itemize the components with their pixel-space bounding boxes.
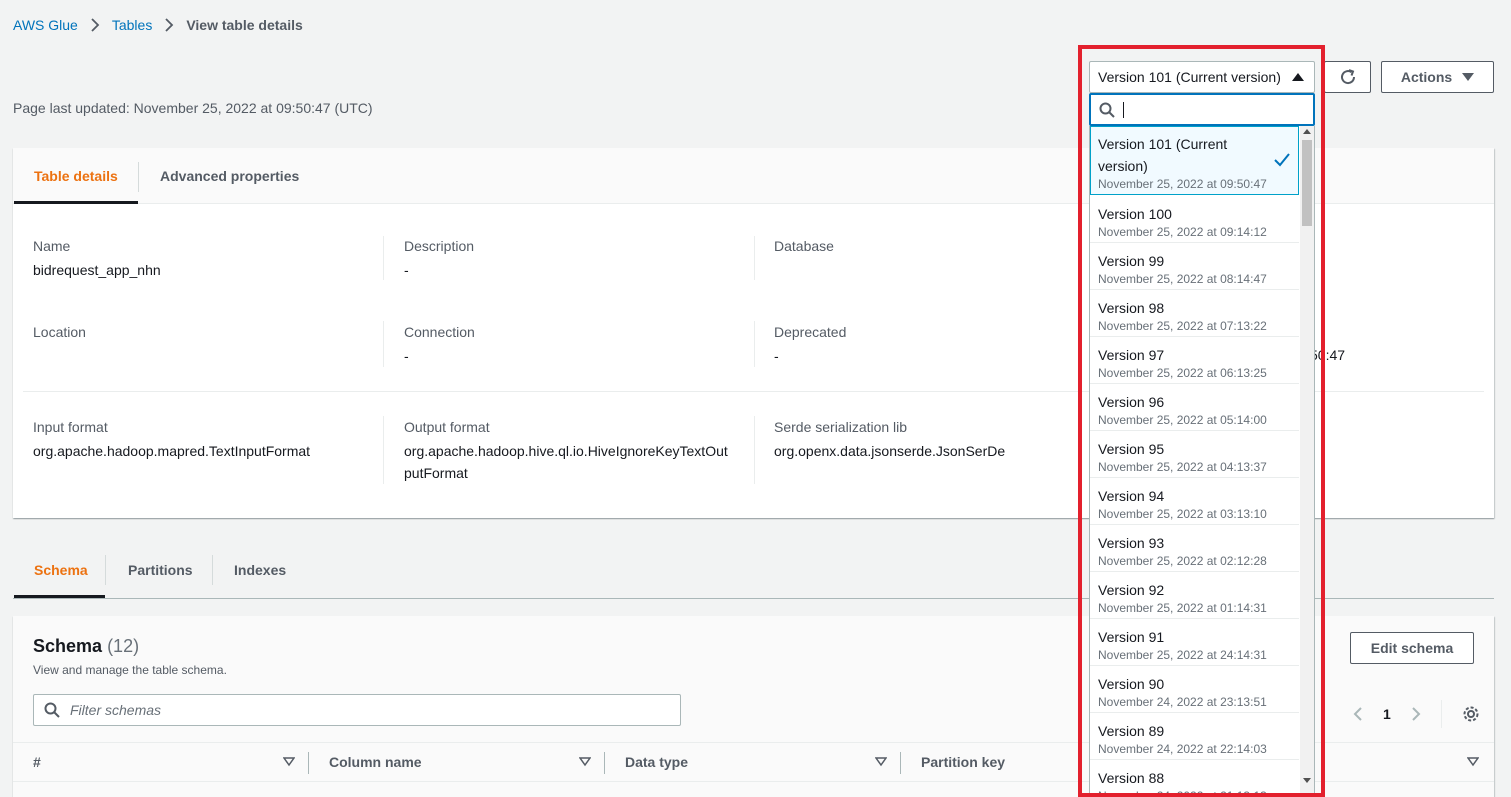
refresh-icon [1340, 69, 1355, 85]
connection-value: - [404, 348, 409, 364]
column-header-partition-key[interactable]: Partition key [921, 754, 1005, 770]
breadcrumb-current: View table details [186, 17, 303, 33]
tab-divider [138, 162, 139, 192]
filter-schemas-field[interactable] [33, 694, 681, 726]
active-tab-indicator [14, 201, 138, 204]
input-format-value: org.apache.hadoop.mapred.TextInputFormat [33, 443, 311, 459]
description-label: Description [404, 238, 475, 254]
deprecated-value: - [774, 348, 779, 364]
breadcrumb-aws-glue[interactable]: AWS Glue [13, 17, 78, 33]
column-divider [383, 416, 384, 484]
filter-schemas-input[interactable] [70, 702, 650, 718]
sort-down-icon[interactable] [875, 757, 887, 767]
name-label: Name [33, 238, 71, 254]
tab-table-details[interactable]: Table details [34, 168, 118, 184]
search-icon [44, 702, 60, 718]
column-divider [308, 752, 309, 774]
tab-divider [212, 555, 213, 585]
schema-count: (12) [107, 636, 140, 656]
breadcrumb-tables[interactable]: Tables [112, 17, 152, 33]
refresh-button[interactable] [1324, 61, 1371, 93]
name-value: bidrequest_app_nhn [33, 262, 161, 278]
description-value: - [404, 262, 409, 278]
column-divider [754, 416, 755, 484]
edit-schema-button[interactable]: Edit schema [1350, 632, 1474, 664]
tab-divider [105, 555, 106, 585]
sort-down-icon[interactable] [1467, 757, 1479, 767]
gear-icon[interactable] [1462, 705, 1480, 723]
column-header-index[interactable]: # [33, 754, 41, 770]
input-format-label: Input format [33, 419, 108, 435]
chevron-left-icon[interactable] [1353, 706, 1363, 722]
column-header-column-name[interactable]: Column name [329, 754, 422, 770]
connection-label: Connection [404, 324, 475, 340]
actions-label: Actions [1400, 69, 1453, 85]
sort-down-icon[interactable] [283, 757, 295, 767]
output-format-value-line1: org.apache.hadoop.hive.ql.io.HiveIgnoreK… [404, 443, 728, 459]
column-divider [604, 752, 605, 774]
sort-down-icon[interactable] [579, 757, 591, 767]
output-format-label: Output format [404, 419, 490, 435]
tab-advanced-properties[interactable]: Advanced properties [160, 168, 299, 184]
chevron-right-icon [164, 18, 174, 32]
deprecated-label: Deprecated [774, 324, 847, 340]
tab-indexes[interactable]: Indexes [234, 562, 286, 578]
column-header-data-type[interactable]: Data type [625, 754, 688, 770]
caret-down-icon [1462, 73, 1475, 81]
serde-label: Serde serialization lib [774, 419, 908, 435]
serde-value: org.openx.data.jsonserde.JsonSerDe [774, 443, 1006, 459]
location-label: Location [33, 324, 86, 340]
column-divider [383, 236, 384, 280]
tab-schema[interactable]: Schema [34, 562, 88, 578]
page-last-updated: Page last updated: November 25, 2022 at … [13, 100, 373, 116]
column-divider [383, 321, 384, 367]
column-divider [900, 752, 901, 774]
actions-button[interactable]: Actions [1381, 61, 1494, 93]
schema-title-text: Schema [33, 636, 103, 656]
active-tab-indicator [14, 595, 105, 598]
pager-divider [1440, 700, 1442, 728]
chevron-right-icon[interactable] [1411, 706, 1421, 722]
pagination: 1 [1353, 700, 1480, 728]
chevron-right-icon [90, 18, 100, 32]
highlight-box [1078, 45, 1325, 797]
schema-description: View and manage the table schema. [33, 663, 227, 677]
output-format-value-line2: putFormat [404, 465, 468, 481]
page-number[interactable]: 1 [1383, 706, 1391, 722]
database-label: Database [774, 238, 834, 254]
tab-partitions[interactable]: Partitions [128, 562, 193, 578]
breadcrumb: AWS Glue Tables View table details [13, 17, 303, 33]
column-divider [754, 321, 755, 367]
column-divider [754, 236, 755, 280]
schema-title: Schema (12) [33, 636, 139, 657]
